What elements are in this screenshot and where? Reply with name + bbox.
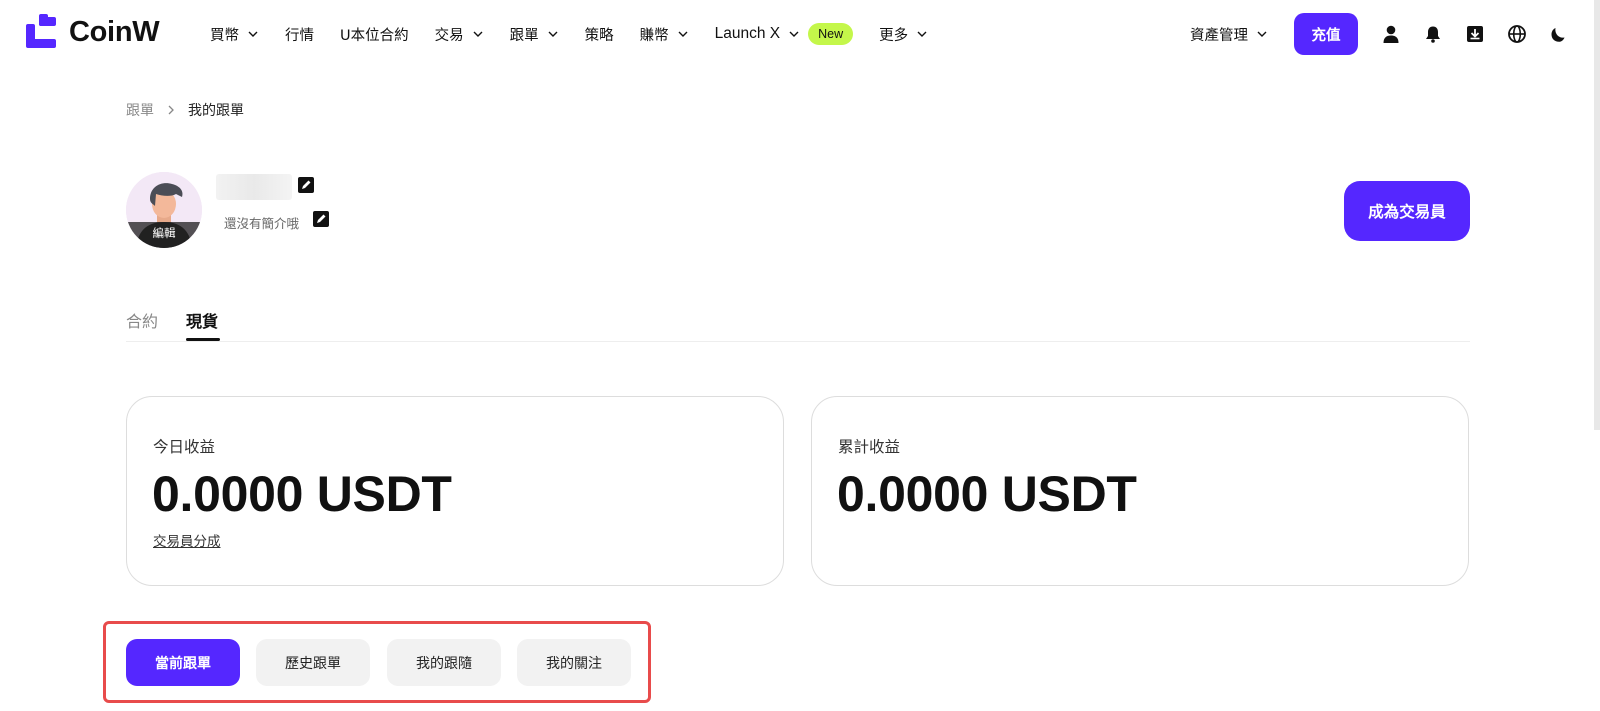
bio-text: 還沒有簡介哦	[224, 216, 300, 231]
coinw-logo-mark-icon	[26, 14, 56, 48]
active-tab-indicator	[186, 338, 220, 341]
chevron-down-icon	[473, 31, 483, 37]
nav-item-strategy[interactable]: 策略	[585, 24, 614, 45]
nav-item-label: 交易	[434, 27, 464, 44]
tab-spot[interactable]: 現貨	[186, 308, 218, 332]
nav-item-label: 買幣	[210, 27, 239, 44]
chevron-down-icon	[917, 31, 927, 37]
chevron-down-icon	[248, 31, 258, 37]
nav-item-more[interactable]: 更多	[879, 24, 928, 45]
page-scrollbar[interactable]	[1594, 0, 1600, 430]
nav-item-label: 跟單	[509, 27, 539, 44]
main-menu: 買幣 行情 U本位合約 交易 跟單 策略 賺幣 Launch X New 更多	[210, 22, 954, 46]
breadcrumb-copy-trading[interactable]: 跟單	[126, 100, 154, 120]
my-follows-tab[interactable]: 我的跟隨	[387, 639, 501, 686]
chevron-down-icon	[548, 31, 558, 37]
today-earnings-value: 0.0000 USDT	[152, 466, 452, 522]
chevron-down-icon	[789, 31, 799, 37]
avatar-edit-label[interactable]: 編輯	[126, 222, 202, 248]
my-watchlist-tab[interactable]: 我的關注	[517, 639, 631, 686]
nav-item-markets[interactable]: 行情	[285, 24, 314, 45]
coinw-logo[interactable]: CoinW	[26, 14, 160, 51]
avatar[interactable]: 編輯	[126, 172, 202, 248]
nav-item-trade[interactable]: 交易	[435, 24, 484, 45]
total-earnings-card: 累計收益 0.0000 USDT	[811, 396, 1469, 586]
chevron-down-icon	[1257, 31, 1267, 37]
chevron-down-icon	[678, 31, 688, 37]
tab-contract[interactable]: 合約	[126, 308, 158, 332]
nav-item-label: 行情	[285, 27, 314, 44]
moon-icon[interactable]	[1548, 23, 1570, 45]
new-badge: New	[808, 23, 854, 45]
trader-profit-share-link[interactable]: 交易員分成	[153, 530, 221, 550]
username-redacted	[216, 174, 292, 200]
nav-item-earn[interactable]: 賺幣	[640, 24, 689, 45]
breadcrumb: 跟單 我的跟單	[126, 100, 244, 120]
breadcrumb-current: 我的跟單	[188, 103, 244, 119]
edit-name-icon[interactable]	[297, 176, 315, 194]
copy-history-tab[interactable]: 歷史跟單	[256, 639, 370, 686]
current-copy-orders-tab[interactable]: 當前跟單	[126, 639, 240, 686]
top-navigation: CoinW 買幣 行情 U本位合約 交易 跟單 策略 賺幣 Launch X N…	[0, 0, 1600, 68]
bell-icon[interactable]	[1422, 23, 1444, 45]
asset-management-label: 資產管理	[1190, 27, 1248, 44]
today-earnings-card: 今日收益 0.0000 USDT 交易員分成	[126, 396, 784, 586]
nav-item-label: Launch X	[714, 25, 781, 42]
chevron-right-icon	[168, 105, 174, 115]
deposit-button[interactable]: 充值	[1294, 13, 1358, 55]
brand-name: CoinW	[69, 16, 160, 48]
asset-management-menu[interactable]: 資產管理	[1190, 24, 1268, 45]
download-icon[interactable]	[1464, 23, 1486, 45]
nav-item-label: 賺幣	[639, 27, 669, 44]
nav-item-label: 更多	[879, 27, 909, 44]
total-earnings-label: 累計收益	[838, 438, 901, 456]
nav-item-launch-x[interactable]: Launch X	[715, 25, 801, 43]
total-earnings-value: 0.0000 USDT	[837, 466, 1137, 522]
edit-bio-icon[interactable]	[312, 210, 330, 228]
nav-item-label: U本位合約	[340, 27, 409, 44]
user-icon[interactable]	[1380, 23, 1402, 45]
nav-item-usdt-futures[interactable]: U本位合約	[340, 24, 409, 45]
nav-actions: 資產管理 充值	[1190, 12, 1600, 56]
product-tabs: 合約 現貨	[126, 308, 1470, 342]
nav-item-copy-trading[interactable]: 跟單	[510, 24, 559, 45]
nav-item-buy-crypto[interactable]: 買幣	[210, 24, 259, 45]
nav-item-label: 策略	[584, 27, 614, 44]
today-earnings-label: 今日收益	[153, 438, 216, 456]
become-trader-button[interactable]: 成為交易員	[1344, 181, 1470, 241]
globe-icon[interactable]	[1506, 23, 1528, 45]
